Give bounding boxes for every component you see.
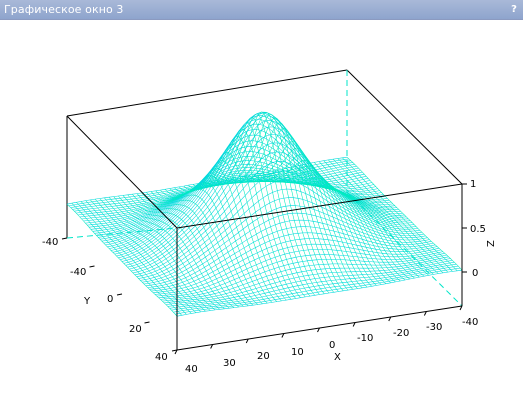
x-tick-label: 10: [291, 347, 304, 358]
x-axis-label: X: [334, 352, 341, 363]
z-axis-label: Z: [486, 240, 497, 247]
z-tick-label: 0.5: [470, 224, 486, 235]
mesh-line: [332, 159, 448, 273]
window-titlebar[interactable]: Графическое окно 3 ?: [0, 0, 523, 20]
mesh-line: [122, 195, 235, 308]
mesh-line: [153, 238, 438, 293]
x-tick-label: -20: [393, 328, 409, 339]
z-left-tick-label: -40: [42, 237, 58, 248]
x-end-tick-label: -40: [462, 317, 478, 328]
mesh-line: [318, 161, 434, 275]
y-axis-label: Y: [83, 296, 91, 307]
x-tick-label: 20: [257, 351, 270, 362]
mesh-line: [120, 111, 403, 260]
axis-tick: [89, 265, 95, 268]
x-tick-label: 0: [329, 340, 335, 351]
graphics-canvas[interactable]: 1 0.5 0 Z -40 -40 -40 -40 Y 0 20 40 40 3…: [0, 20, 523, 402]
axis-tick: [61, 237, 68, 240]
z-tick-label: 0: [472, 268, 478, 279]
x-tick-label: -30: [426, 322, 442, 333]
plot-svg: 1 0.5 0 Z -40 -40 -40 -40 Y 0 20 40 40 3…: [42, 69, 497, 375]
mesh-line: [342, 157, 458, 271]
x-tick-label: 30: [223, 358, 236, 369]
axis-tick: [116, 293, 123, 296]
y-tick-label: 40: [155, 352, 168, 363]
x-tick-label: -10: [357, 333, 373, 344]
mesh-line: [80, 201, 192, 314]
help-icon[interactable]: ?: [508, 3, 520, 16]
y-tick-label: 20: [129, 324, 142, 335]
axis-tick: [144, 321, 150, 324]
mesh-line: [169, 261, 455, 309]
y-tick-label: -40: [70, 267, 86, 278]
window-title: Графическое окно 3: [4, 3, 124, 16]
x-tick-label: 40: [185, 364, 198, 375]
z-tick-label: 1: [470, 179, 476, 190]
y-tick-label: 0: [107, 294, 113, 305]
mesh-line: [85, 200, 197, 313]
